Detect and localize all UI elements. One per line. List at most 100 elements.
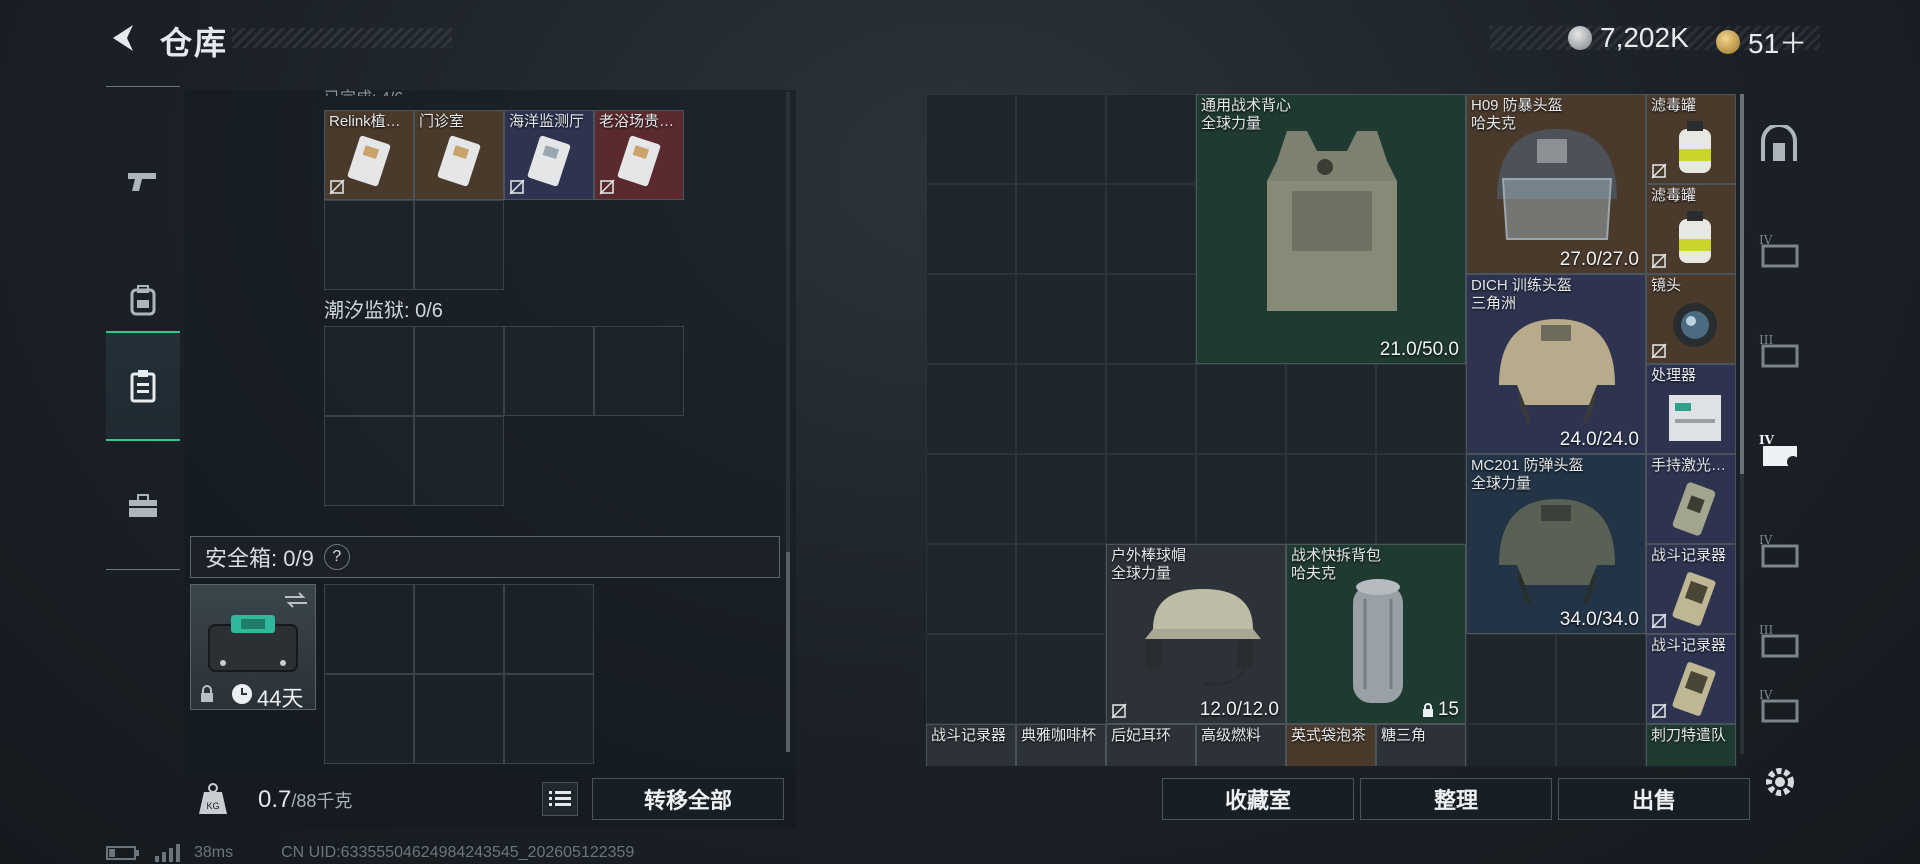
left-scroll-thumb[interactable] [786, 552, 790, 752]
small-item[interactable]: 镜头 [1646, 274, 1736, 364]
collection-item[interactable]: 海洋监测厅 [504, 110, 594, 200]
storage-tier-icon: III [1759, 333, 1799, 368]
collection-item[interactable]: Relink植… [324, 110, 414, 200]
durability: 24.0/24.0 [1559, 429, 1639, 450]
stash-slot[interactable] [1106, 274, 1196, 364]
stash-slot[interactable] [1196, 454, 1286, 544]
stash-slot[interactable] [1016, 94, 1106, 184]
collection-slot[interactable] [594, 326, 684, 416]
collection-item[interactable]: 老浴场贵… [594, 110, 684, 200]
stash-slot[interactable] [926, 544, 1016, 634]
baseball-cap-item[interactable]: 户外棒球帽 全球力量 12.0/12.0 [1106, 544, 1286, 724]
small-item[interactable]: 战斗记录器 [1646, 544, 1736, 634]
stash-slot[interactable] [926, 364, 1016, 454]
stash-slot[interactable] [1196, 364, 1286, 454]
item-name: 战斗记录器 [1651, 637, 1727, 654]
collection-slot[interactable] [414, 200, 504, 290]
training-helmet-item[interactable]: DICH 训练头盔 三角洲 24.0/24.0 [1466, 274, 1646, 454]
stash-slot[interactable] [926, 634, 1016, 724]
silver-currency[interactable]: 7,202K [1568, 22, 1689, 54]
collection-slot[interactable] [324, 326, 414, 416]
stash-slot[interactable] [1106, 94, 1196, 184]
safe-box-item[interactable]: 44天 [190, 584, 316, 711]
safe-slot[interactable] [414, 584, 504, 674]
collection-item[interactable]: 门诊室 [414, 110, 504, 200]
sell-button[interactable]: 出售 [1558, 778, 1750, 820]
safe-slot[interactable] [324, 674, 414, 764]
bottom-item[interactable]: 典雅咖啡杯 [1016, 724, 1106, 766]
small-item[interactable]: 处理器 [1646, 364, 1736, 454]
safe-slot[interactable] [324, 584, 414, 674]
tab-weapons[interactable] [106, 127, 180, 237]
stash-slot[interactable] [1466, 724, 1556, 766]
backpack-item[interactable]: 战术快拆背包 哈夫克 15 [1286, 544, 1466, 724]
collection-slot[interactable] [324, 416, 414, 506]
stash-slot[interactable] [926, 184, 1016, 274]
stash-slot[interactable] [1556, 724, 1646, 766]
no-insurance-icon [1651, 163, 1667, 179]
stash-slot[interactable] [1106, 364, 1196, 454]
bottom-item[interactable]: 英式袋泡茶 [1286, 724, 1376, 766]
help-button[interactable]: ? [323, 544, 350, 570]
bottom-item[interactable]: 高级燃料 [1196, 724, 1286, 766]
tab-stash-iv-active[interactable]: IV [1748, 400, 1810, 500]
organize-button[interactable]: 整理 [1360, 778, 1552, 820]
stash-slot[interactable] [1016, 454, 1106, 544]
collection-room-button[interactable]: 收藏室 [1162, 778, 1354, 820]
safe-slot[interactable] [414, 674, 504, 764]
small-item[interactable]: 手持激光… [1646, 454, 1736, 544]
stash-slot[interactable] [1286, 364, 1376, 454]
small-item[interactable]: 战斗记录器 [1646, 634, 1736, 724]
stash-slot[interactable] [1016, 274, 1106, 364]
back-arrow-icon [113, 25, 133, 51]
stash-slot[interactable] [1106, 454, 1196, 544]
stash-slot[interactable] [1556, 634, 1646, 724]
tab-storage[interactable] [106, 331, 180, 441]
bottom-item[interactable]: 后妃耳环 [1106, 724, 1196, 766]
stash-slot[interactable] [1016, 634, 1106, 724]
list-view-button[interactable] [542, 782, 578, 816]
weight-icon[interactable]: KG [196, 782, 230, 816]
safe-slot[interactable] [504, 584, 594, 674]
stash-slot[interactable] [1106, 184, 1196, 274]
item-name: 战斗记录器 [1651, 547, 1727, 564]
collection-slot[interactable] [324, 200, 414, 290]
stash-slot[interactable] [926, 454, 1016, 544]
bottom-item[interactable]: 战斗记录器 [926, 724, 1016, 766]
small-item[interactable]: 滤毒罐 [1646, 94, 1736, 184]
settings-gear-icon[interactable] [1762, 764, 1798, 800]
item-name: 通用战术背心 [1201, 97, 1292, 114]
back-button[interactable] [104, 18, 144, 58]
keycard-icon [437, 135, 481, 187]
stash-slot[interactable] [1376, 454, 1466, 544]
small-item[interactable]: 滤毒罐 [1646, 184, 1736, 274]
ballistic-helmet-item[interactable]: MC201 防弹头盔 全球力量 34.0/34.0 [1466, 454, 1646, 634]
collection-slot[interactable] [504, 326, 594, 416]
safe-slot[interactable] [504, 674, 594, 764]
stash-slot[interactable] [1466, 634, 1556, 724]
tab-supplies[interactable] [106, 451, 180, 561]
tab-stash-iv-3[interactable]: IV [1748, 680, 1810, 730]
tab-stash-iii-2[interactable]: III [1748, 600, 1810, 680]
bottom-item[interactable]: 糖三角 [1376, 724, 1466, 766]
no-insurance-icon [1651, 343, 1667, 359]
riot-helmet-item[interactable]: H09 防暴头盔 哈夫克 27.0/27.0 [1466, 94, 1646, 274]
stash-slot[interactable] [1286, 454, 1376, 544]
collection-slot[interactable] [414, 326, 504, 416]
tab-stash-main[interactable] [1748, 90, 1810, 200]
tab-stash-iii-1[interactable]: III [1748, 300, 1810, 400]
stash-slot[interactable] [926, 94, 1016, 184]
stash-slot[interactable] [1016, 184, 1106, 274]
tab-stash-iv-1[interactable]: IV [1748, 200, 1810, 300]
gold-currency[interactable]: 51＋ [1716, 22, 1807, 62]
stash-slot[interactable] [1016, 544, 1106, 634]
transfer-all-button[interactable]: 转移全部 [592, 778, 784, 820]
small-item[interactable]: 刺刀特遣队 [1646, 724, 1736, 766]
stash-slot[interactable] [1376, 364, 1466, 454]
right-scroll-thumb[interactable] [1740, 94, 1744, 474]
collection-slot[interactable] [414, 416, 504, 506]
stash-slot[interactable] [926, 274, 1016, 364]
stash-slot[interactable] [1016, 364, 1106, 454]
tactical-vest-item[interactable]: 通用战术背心 全球力量 21.0/50.0 [1196, 94, 1466, 364]
tab-stash-iv-2[interactable]: IV [1748, 500, 1810, 600]
